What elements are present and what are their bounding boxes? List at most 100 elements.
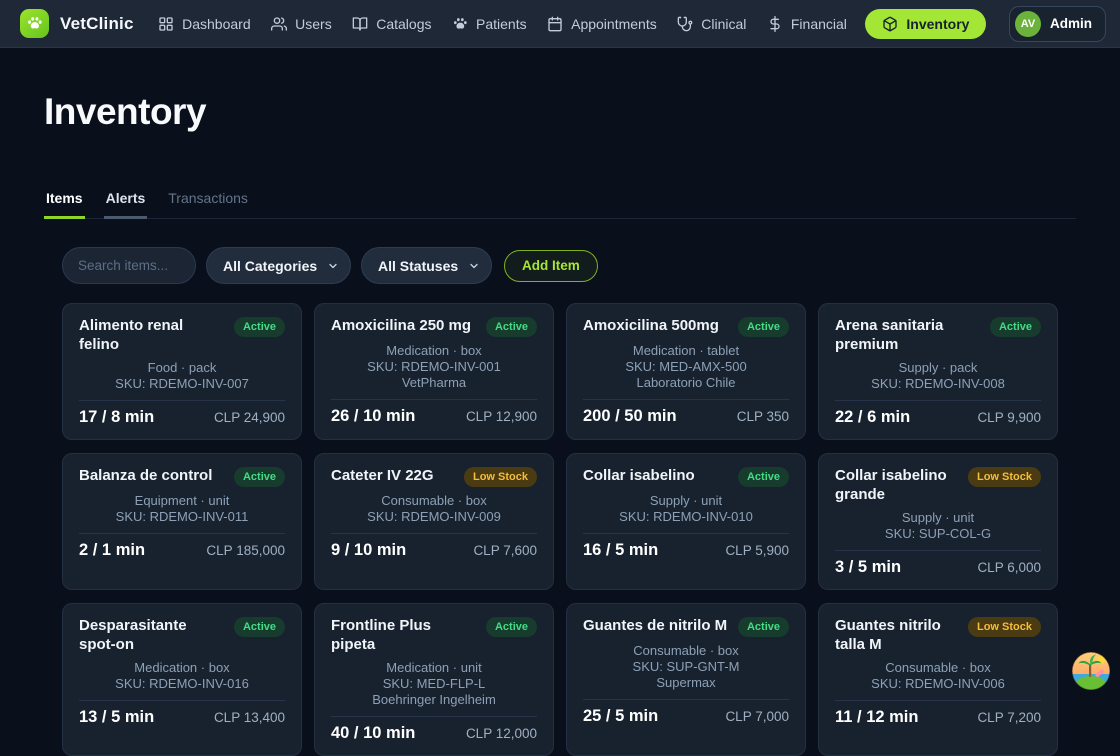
item-stock: 26 / 10 min bbox=[331, 407, 415, 426]
inventory-card[interactable]: Frontline Plus pipeta Active Medication … bbox=[314, 603, 554, 756]
user-name: Admin bbox=[1050, 16, 1092, 31]
item-title: Desparasitante spot-on bbox=[79, 616, 226, 654]
brand[interactable]: VetClinic bbox=[20, 9, 134, 38]
inventory-card[interactable]: Collar isabelino grande Low Stock Supply… bbox=[818, 453, 1058, 590]
inventory-card[interactable]: Amoxicilina 250 mg Active Medication · b… bbox=[314, 303, 554, 440]
inventory-card[interactable]: Alimento renal felino Active Food · pack… bbox=[62, 303, 302, 440]
users-icon bbox=[271, 16, 287, 32]
item-stock: 200 / 50 min bbox=[583, 407, 677, 426]
status-filter-select[interactable]: All Statuses bbox=[361, 247, 492, 284]
nav-item-financial[interactable]: Financial bbox=[765, 10, 849, 38]
inventory-card[interactable]: Guantes nitrilo talla M Low Stock Consum… bbox=[818, 603, 1058, 756]
paw-logo-icon bbox=[20, 9, 49, 38]
inventory-card[interactable]: Balanza de control Active Equipment · un… bbox=[62, 453, 302, 590]
item-type: Medication · box bbox=[79, 660, 285, 676]
divider bbox=[835, 700, 1041, 701]
dollar-icon bbox=[767, 16, 783, 32]
item-meta: Medication · unit SKU: MED-FLP-L Boehrin… bbox=[331, 660, 537, 708]
status-badge: Active bbox=[738, 467, 789, 487]
inventory-card[interactable]: Amoxicilina 500mg Active Medication · ta… bbox=[566, 303, 806, 440]
item-type: Equipment · unit bbox=[79, 493, 285, 509]
tab-bar: Items Alerts Transactions bbox=[44, 182, 1076, 219]
inventory-card[interactable]: Guantes de nitrilo M Active Consumable ·… bbox=[566, 603, 806, 756]
item-price: CLP 12,900 bbox=[466, 409, 537, 424]
item-title: Amoxicilina 500mg bbox=[583, 316, 719, 335]
item-stock: 16 / 5 min bbox=[583, 541, 658, 560]
brand-name: VetClinic bbox=[60, 14, 134, 34]
item-type: Supply · unit bbox=[583, 493, 789, 509]
book-icon bbox=[352, 16, 368, 32]
item-title: Guantes nitrilo talla M bbox=[835, 616, 960, 654]
package-icon bbox=[882, 16, 898, 32]
nav-item-clinical[interactable]: Clinical bbox=[675, 10, 748, 38]
search-input[interactable] bbox=[62, 247, 196, 284]
item-price: CLP 350 bbox=[737, 409, 789, 424]
item-price: CLP 6,000 bbox=[977, 560, 1041, 575]
item-meta: Equipment · unit SKU: RDEMO-INV-011 bbox=[79, 493, 285, 525]
island-mascot-button[interactable] bbox=[1071, 651, 1111, 691]
divider bbox=[79, 700, 285, 701]
add-item-button[interactable]: Add Item bbox=[504, 250, 598, 282]
tab-alerts[interactable]: Alerts bbox=[104, 182, 148, 219]
item-meta: Consumable · box SKU: RDEMO-INV-009 bbox=[331, 493, 537, 525]
item-meta: Medication · box SKU: RDEMO-INV-016 bbox=[79, 660, 285, 692]
inventory-card[interactable]: Collar isabelino Active Supply · unit SK… bbox=[566, 453, 806, 590]
item-meta: Supply · unit SKU: SUP-COL-G bbox=[835, 510, 1041, 542]
item-type: Food · pack bbox=[79, 360, 285, 376]
divider bbox=[583, 533, 789, 534]
item-stock: 2 / 1 min bbox=[79, 541, 145, 560]
item-meta: Food · pack SKU: RDEMO-INV-007 bbox=[79, 360, 285, 392]
nav-item-patients[interactable]: Patients bbox=[450, 10, 529, 38]
status-badge: Active bbox=[486, 617, 537, 637]
item-price: CLP 185,000 bbox=[206, 543, 285, 558]
nav-item-users[interactable]: Users bbox=[269, 10, 334, 38]
user-menu[interactable]: AV Admin bbox=[1009, 6, 1106, 42]
dashboard-icon bbox=[158, 16, 174, 32]
item-sku: SKU: SUP-COL-G bbox=[835, 526, 1041, 542]
item-stock: 13 / 5 min bbox=[79, 708, 154, 727]
status-badge: Active bbox=[234, 617, 285, 637]
content-area: All Categories All Statuses Add Item Ali… bbox=[44, 247, 1076, 756]
main-content: Inventory Items Alerts Transactions All … bbox=[0, 91, 1120, 756]
inventory-grid: Alimento renal felino Active Food · pack… bbox=[62, 303, 1058, 756]
item-sku: SKU: MED-FLP-L bbox=[331, 676, 537, 692]
item-title: Arena sanitaria premium bbox=[835, 316, 982, 354]
item-type: Consumable · box bbox=[583, 643, 789, 659]
nav-item-catalogs[interactable]: Catalogs bbox=[350, 10, 433, 38]
status-badge: Active bbox=[738, 317, 789, 337]
nav-item-inventory[interactable]: Inventory bbox=[865, 9, 986, 39]
status-badge: Low Stock bbox=[968, 617, 1041, 637]
item-price: CLP 12,000 bbox=[466, 726, 537, 741]
calendar-icon bbox=[547, 16, 563, 32]
status-badge: Low Stock bbox=[968, 467, 1041, 487]
item-manufacturer: Boehringer Ingelheim bbox=[331, 692, 537, 708]
item-price: CLP 7,000 bbox=[725, 709, 789, 724]
tab-items[interactable]: Items bbox=[44, 182, 85, 219]
item-title: Guantes de nitrilo M bbox=[583, 616, 727, 635]
item-sku: SKU: SUP-GNT-M bbox=[583, 659, 789, 675]
page-title: Inventory bbox=[44, 91, 1076, 133]
nav-item-appointments[interactable]: Appointments bbox=[545, 10, 659, 38]
inventory-card[interactable]: Desparasitante spot-on Active Medication… bbox=[62, 603, 302, 756]
status-badge: Active bbox=[486, 317, 537, 337]
item-title: Frontline Plus pipeta bbox=[331, 616, 478, 654]
item-sku: SKU: RDEMO-INV-007 bbox=[79, 376, 285, 392]
item-meta: Supply · unit SKU: RDEMO-INV-010 bbox=[583, 493, 789, 525]
item-title: Cateter IV 22G bbox=[331, 466, 434, 485]
nav-item-dashboard[interactable]: Dashboard bbox=[156, 10, 253, 38]
item-sku: SKU: MED-AMX-500 bbox=[583, 359, 789, 375]
tab-transactions[interactable]: Transactions bbox=[166, 182, 250, 219]
item-price: CLP 5,900 bbox=[725, 543, 789, 558]
item-price: CLP 7,600 bbox=[473, 543, 537, 558]
filter-row: All Categories All Statuses Add Item bbox=[62, 247, 1058, 284]
item-stock: 40 / 10 min bbox=[331, 724, 415, 743]
inventory-card[interactable]: Cateter IV 22G Low Stock Consumable · bo… bbox=[314, 453, 554, 590]
top-navbar: VetClinic Dashboard Users Catalogs Patie… bbox=[0, 0, 1120, 48]
item-type: Supply · pack bbox=[835, 360, 1041, 376]
category-filter-select[interactable]: All Categories bbox=[206, 247, 351, 284]
item-manufacturer: VetPharma bbox=[331, 375, 537, 391]
status-badge: Active bbox=[234, 317, 285, 337]
inventory-card[interactable]: Arena sanitaria premium Active Supply · … bbox=[818, 303, 1058, 440]
item-sku: SKU: RDEMO-INV-011 bbox=[79, 509, 285, 525]
divider bbox=[835, 550, 1041, 551]
